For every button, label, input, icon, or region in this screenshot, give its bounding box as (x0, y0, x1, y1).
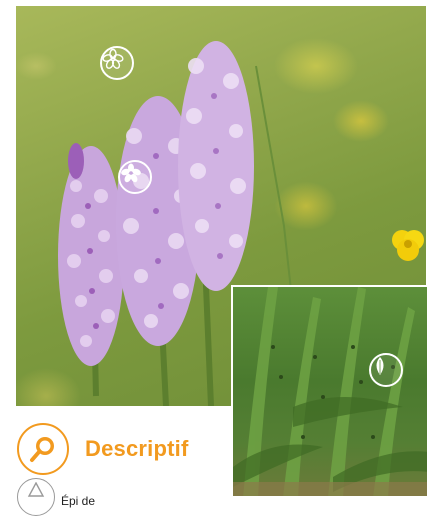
leaves-illustration (233, 287, 427, 496)
flower-outline-icon (102, 48, 124, 69)
descriptif-section-header: Descriptif (17, 423, 188, 475)
flower-hotspot-top[interactable] (100, 46, 134, 80)
section-title: Descriptif (85, 436, 189, 461)
leaf-hotspot[interactable] (369, 353, 403, 387)
flower-filled-icon (121, 163, 141, 183)
search-icon (17, 423, 69, 475)
inflorescence-label: Épi de (61, 494, 96, 508)
inflorescence-icon (17, 478, 55, 516)
leaf-icon (376, 357, 384, 375)
flower-hotspot-middle[interactable] (118, 160, 152, 194)
inflorescence-row: Épi de (17, 478, 95, 516)
leaves-photo (231, 285, 427, 496)
